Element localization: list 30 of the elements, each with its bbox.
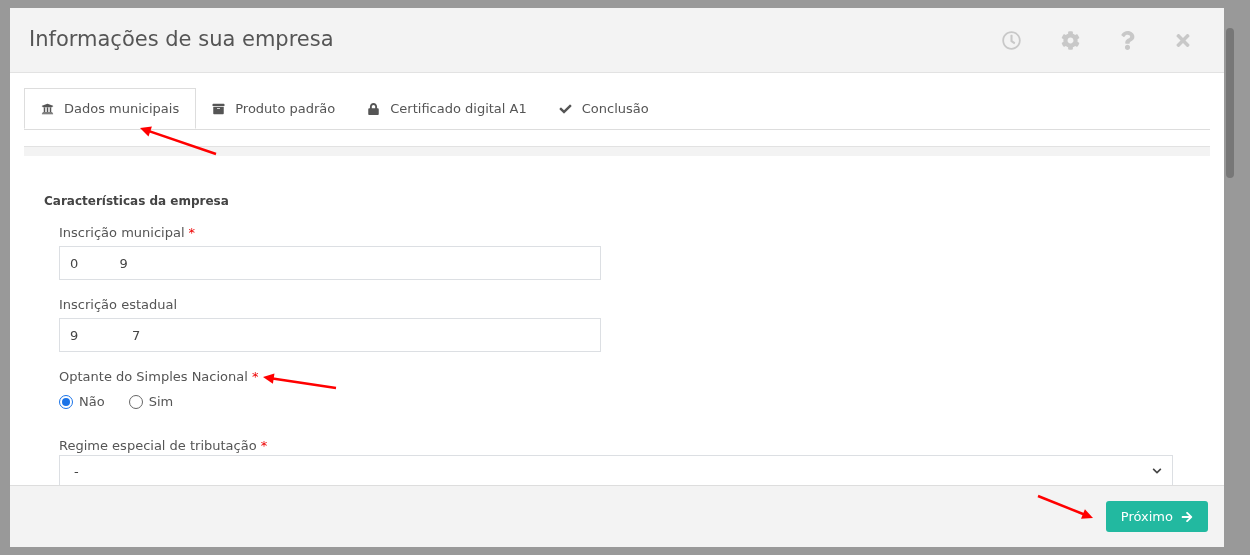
- field-label: Inscrição municipal: [59, 225, 185, 240]
- required-mark: *: [188, 225, 195, 240]
- annotation-arrow: [1037, 494, 1093, 519]
- tab[interactable]: Certificado digital A1: [351, 88, 543, 129]
- scrollbar[interactable]: [1226, 28, 1234, 178]
- tab[interactable]: Produto padrão: [196, 88, 352, 129]
- radio-button[interactable]: [128, 394, 143, 409]
- text-field[interactable]: 0 9: [59, 246, 601, 280]
- text-field[interactable]: 9 7: [59, 318, 601, 352]
- section-title: Características da empresa: [44, 194, 230, 208]
- settings-icon[interactable]: [1061, 30, 1080, 50]
- radio-label: Sim: [148, 393, 174, 411]
- required-mark: *: [260, 437, 268, 453]
- clock-icon[interactable]: [1002, 30, 1021, 50]
- archive-box-icon: [212, 102, 226, 115]
- field-label: Inscrição estadual: [59, 297, 178, 312]
- lock-icon: [367, 102, 381, 115]
- tab[interactable]: Conclusão: [542, 88, 665, 129]
- chevron-down-icon: [1152, 465, 1162, 476]
- modal-title: Informações de sua empresa: [29, 26, 335, 54]
- radio-button[interactable]: [59, 394, 73, 409]
- field-label: Regime especial de tributação: [59, 437, 257, 453]
- required-mark: *: [251, 369, 259, 384]
- bank-icon: [41, 102, 54, 115]
- field-label: Optante do Simples Nacional: [59, 369, 248, 384]
- help-icon[interactable]: [1120, 30, 1135, 50]
- arrow-right-icon: [1181, 510, 1193, 523]
- radio-label: Não: [79, 393, 105, 411]
- tab[interactable]: Dados municipais: [24, 88, 197, 129]
- check-icon: [558, 102, 572, 115]
